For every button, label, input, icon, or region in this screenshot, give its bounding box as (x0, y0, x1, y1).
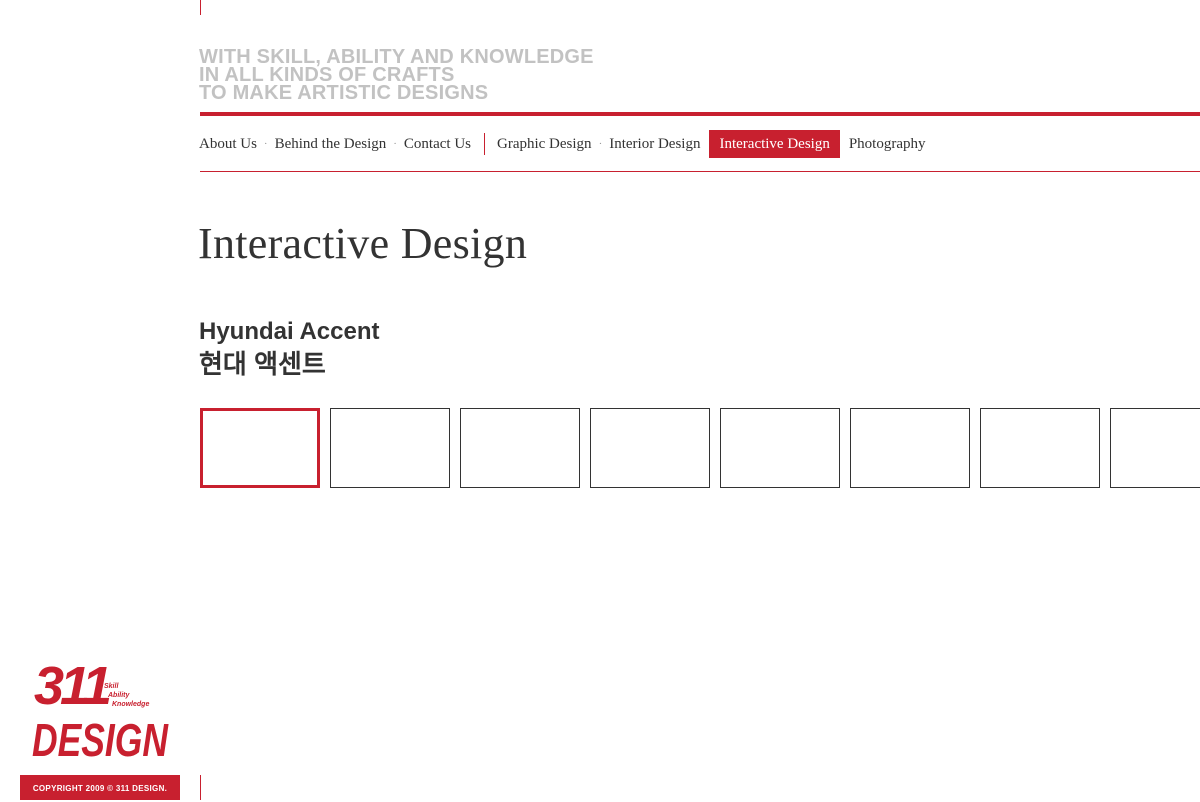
nav-photography[interactable]: Photography (849, 130, 926, 158)
top-accent-line (200, 0, 201, 15)
main-navigation: About Us · Behind the Design · Contact U… (199, 130, 926, 158)
copyright-badge: COPYRIGHT 2009 © 311 DESIGN. (20, 775, 180, 800)
nav-contact-us[interactable]: Contact Us (404, 130, 471, 158)
nav-behind-the-design[interactable]: Behind the Design (275, 130, 387, 158)
page-title: Interactive Design (198, 219, 528, 268)
logo-number: 311 (34, 656, 110, 716)
logo-word: DESIGN (32, 714, 169, 763)
project-name-english: Hyundai Accent (199, 318, 380, 345)
tagline-line-3: TO MAKE ARTISTIC DESIGNS (199, 82, 489, 104)
nav-separator: · (598, 138, 603, 150)
nav-separator: · (263, 138, 268, 150)
bottom-accent-line (200, 775, 201, 800)
nav-interior-design[interactable]: Interior Design (609, 130, 700, 158)
nav-interactive-design[interactable]: Interactive Design (709, 130, 840, 158)
nav-about-us[interactable]: About Us (199, 130, 257, 158)
nav-separator: · (393, 138, 397, 150)
header-red-rule (200, 112, 1200, 116)
logo-tagline-skill: Skill (104, 683, 119, 690)
311-design-logo: 311 Skill Ability Knowledge DESIGN (32, 656, 169, 763)
project-thumbnail[interactable] (460, 408, 580, 488)
nav-group-divider (484, 133, 485, 155)
site-tagline: WITH SKILL, ABILITY AND KNOWLEDGE IN ALL… (199, 47, 594, 104)
project-thumbnail[interactable] (980, 408, 1100, 488)
project-thumbnail[interactable] (850, 408, 970, 488)
nav-graphic-design[interactable]: Graphic Design (497, 130, 592, 158)
project-name-korean: 현대 액센트 (199, 349, 326, 379)
project-thumbnail[interactable] (590, 408, 710, 488)
project-thumbnail[interactable] (330, 408, 450, 488)
nav-bottom-rule (200, 171, 1200, 172)
thumbnail-strip (200, 408, 1200, 488)
project-title: Hyundai Accent 현대 액센트 (199, 316, 379, 380)
logo-tagline-knowledge: Knowledge (112, 701, 149, 708)
project-thumbnail[interactable] (720, 408, 840, 488)
logo-tagline-ability: Ability (107, 692, 130, 699)
project-thumbnail[interactable] (1110, 408, 1200, 488)
project-thumbnail[interactable] (200, 408, 320, 488)
